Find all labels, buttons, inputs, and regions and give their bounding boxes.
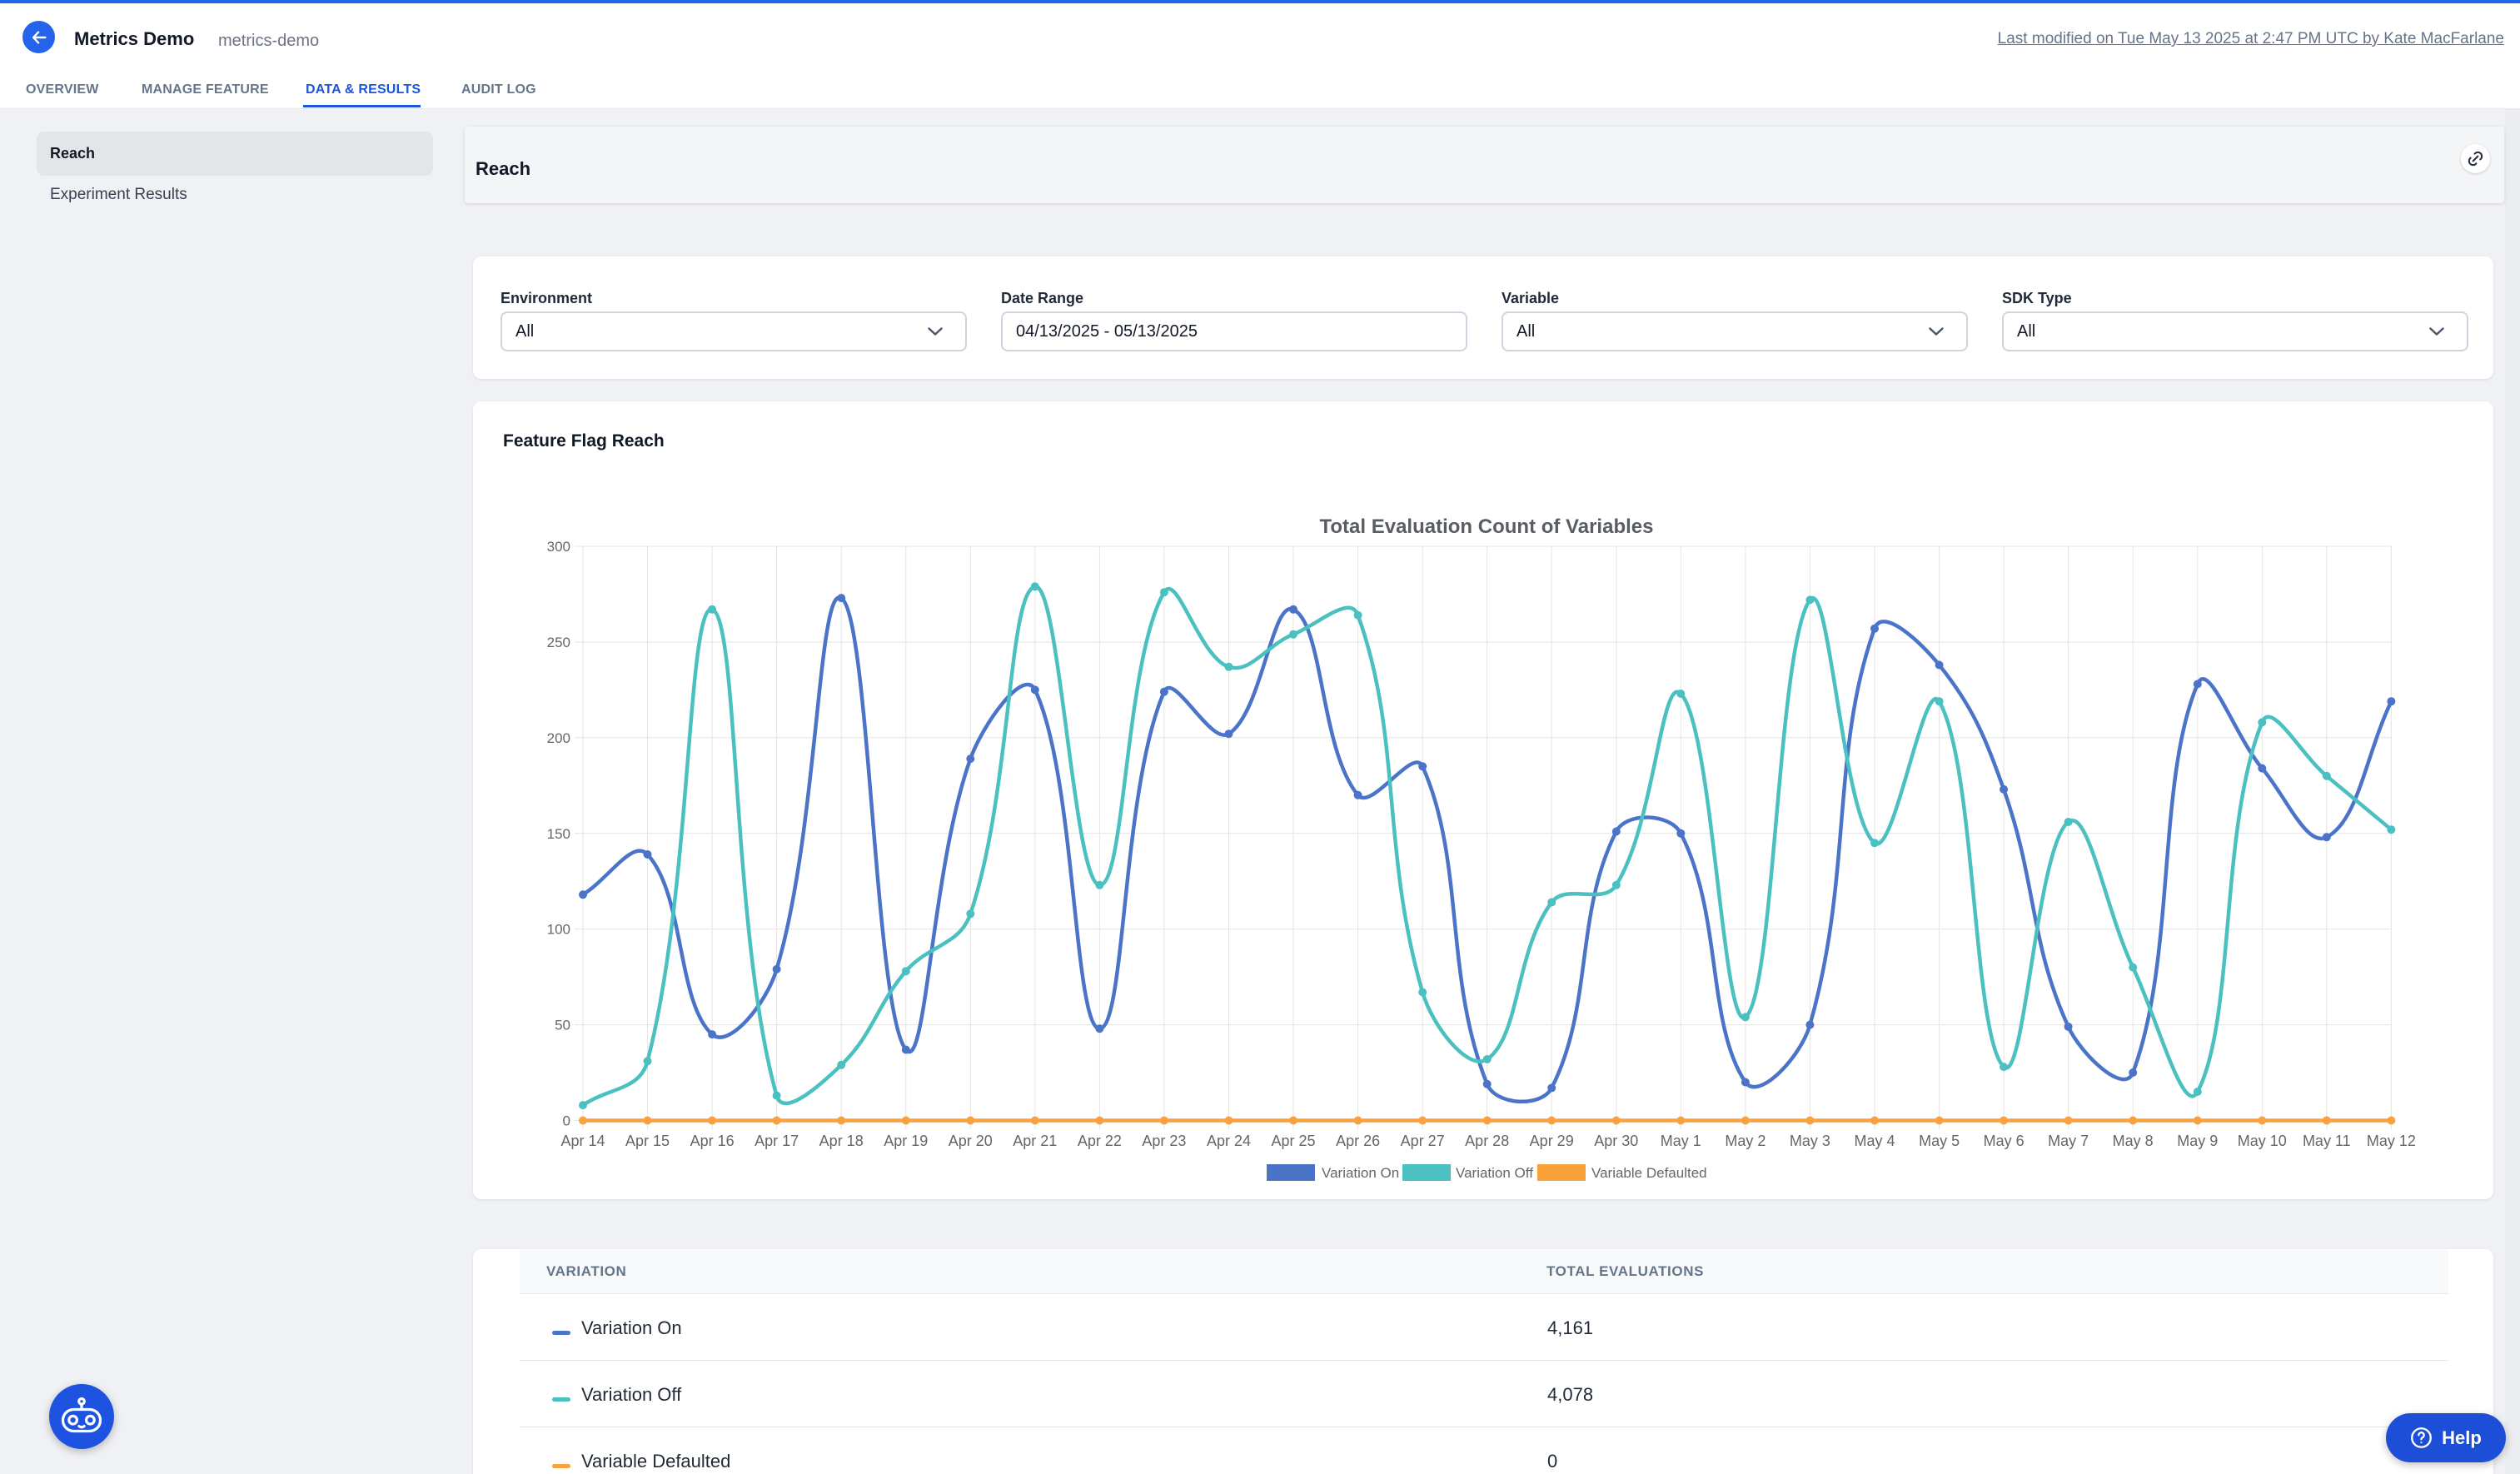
svg-text:Apr 27: Apr 27 (1401, 1133, 1445, 1149)
svg-text:Variable Defaulted: Variable Defaulted (1591, 1165, 1707, 1181)
svg-text:Apr 28: Apr 28 (1465, 1133, 1509, 1149)
svg-text:Apr 16: Apr 16 (690, 1133, 735, 1149)
svg-text:Apr 15: Apr 15 (625, 1133, 670, 1149)
svg-text:May 5: May 5 (1919, 1133, 1960, 1149)
svg-text:Apr 18: Apr 18 (819, 1133, 864, 1149)
svg-text:May 11: May 11 (2303, 1133, 2351, 1149)
svg-text:Apr 23: Apr 23 (1142, 1133, 1186, 1149)
svg-text:300: 300 (547, 539, 570, 555)
svg-text:100: 100 (547, 922, 570, 938)
svg-text:Apr 14: Apr 14 (560, 1133, 605, 1149)
svg-text:Total Evaluation Count of Vari: Total Evaluation Count of Variables (1320, 515, 1654, 538)
svg-text:Apr 22: Apr 22 (1078, 1133, 1122, 1149)
svg-text:Apr 29: Apr 29 (1530, 1133, 1574, 1149)
svg-text:Variation On: Variation On (1322, 1165, 1399, 1181)
svg-text:200: 200 (547, 730, 570, 746)
svg-text:May 4: May 4 (1854, 1133, 1895, 1149)
svg-text:May 3: May 3 (1790, 1133, 1830, 1149)
svg-text:50: 50 (555, 1018, 570, 1033)
svg-text:0: 0 (563, 1113, 570, 1129)
svg-text:May 1: May 1 (1661, 1133, 1701, 1149)
svg-text:150: 150 (547, 826, 570, 842)
svg-text:May 8: May 8 (2113, 1133, 2154, 1149)
svg-text:Apr 21: Apr 21 (1013, 1133, 1057, 1149)
svg-text:May 7: May 7 (2048, 1133, 2089, 1149)
svg-text:May 12: May 12 (2367, 1133, 2416, 1149)
svg-text:Apr 19: Apr 19 (884, 1133, 928, 1149)
svg-text:250: 250 (547, 635, 570, 650)
svg-text:Apr 24: Apr 24 (1207, 1133, 1251, 1149)
svg-text:Apr 26: Apr 26 (1336, 1133, 1380, 1149)
svg-text:May 2: May 2 (1725, 1133, 1765, 1149)
svg-text:May 6: May 6 (1984, 1133, 2024, 1149)
svg-text:Variation Off: Variation Off (1456, 1165, 1533, 1181)
svg-text:Apr 25: Apr 25 (1271, 1133, 1315, 1149)
svg-text:May 10: May 10 (2238, 1133, 2287, 1149)
svg-text:Apr 17: Apr 17 (755, 1133, 799, 1149)
svg-text:Apr 30: Apr 30 (1594, 1133, 1638, 1149)
svg-text:Apr 20: Apr 20 (949, 1133, 993, 1149)
svg-text:May 9: May 9 (2177, 1133, 2218, 1149)
